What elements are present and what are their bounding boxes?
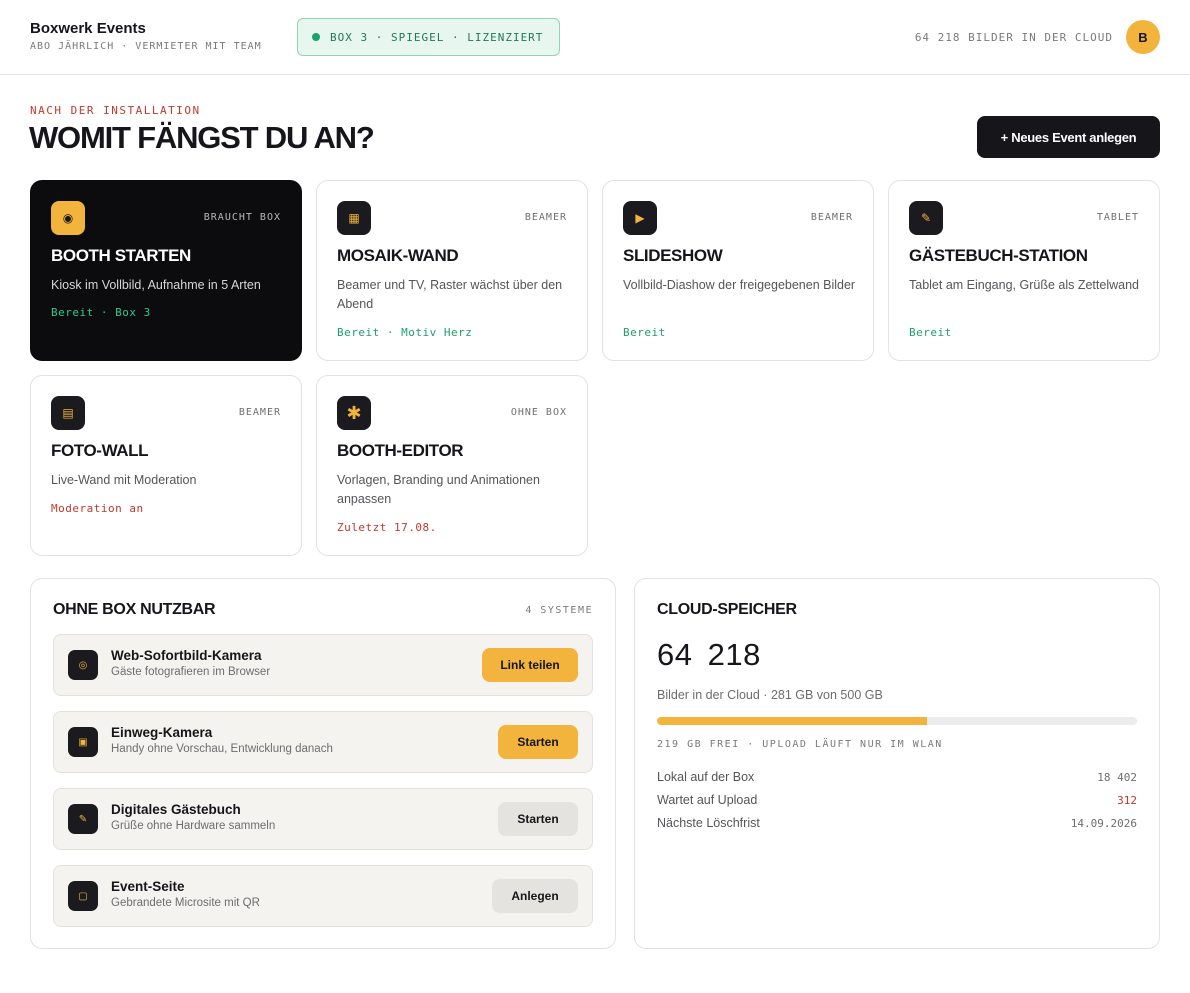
card-booth-editor[interactable]: ✱ OHNE BOX BOOTH-EDITOR Vorlagen, Brandi… xyxy=(316,375,588,556)
box-status-pill[interactable]: BOX 3 · SPIEGEL · LIZENZIERT xyxy=(297,18,560,56)
card-tag: BEAMER xyxy=(524,212,567,223)
card-description: Live-Wand mit Moderation xyxy=(51,473,197,487)
systems-count: 4 SYSTEME xyxy=(525,605,593,616)
cloud-panel: CLOUD-SPEICHER 64 218 Bilder in der Clou… xyxy=(634,578,1160,949)
status-dot-icon xyxy=(312,33,320,41)
card-description: Kiosk im Vollbild, Aufnahme in 5 Arten xyxy=(51,278,261,292)
card-status: Bereit · Motiv Herz xyxy=(337,326,473,339)
top-bar: Boxwerk Events ABO JÄHRLICH · VERMIETER … xyxy=(0,0,1190,75)
cloud-image-count: 64 218 xyxy=(657,637,761,672)
stat-row: Nächste Löschfrist 14.09.2026 xyxy=(657,816,1137,834)
stat-row: Wartet auf Upload 312 xyxy=(657,793,1137,811)
pencil-icon: ✎ xyxy=(909,201,943,235)
card-status: Moderation an xyxy=(51,502,144,515)
stat-value: 14.09.2026 xyxy=(1070,817,1137,830)
card-description: Vollbild-Diashow der freigegebenen Bilde… xyxy=(623,278,856,292)
list-item: ▣ Einweg-Kamera Handy ohne Vorschau, Ent… xyxy=(53,711,593,773)
new-event-button[interactable]: + Neues Event anlegen xyxy=(977,116,1160,158)
card-description: Vorlagen, Branding und Animationen anpas… xyxy=(337,473,540,506)
card-title: BOOTH STARTEN xyxy=(51,246,191,265)
pencil-icon: ✎ xyxy=(68,804,98,834)
camera-icon: ◎ xyxy=(68,650,98,680)
card-status: Bereit xyxy=(623,326,666,339)
record-icon: ◉ xyxy=(51,201,85,235)
cloud-panel-title: CLOUD-SPEICHER xyxy=(657,601,797,618)
box-status-text: BOX 3 · SPIEGEL · LIZENZIERT xyxy=(330,30,544,44)
list-item: ✎ Digitales Gästebuch Grüße ohne Hardwar… xyxy=(53,788,593,850)
system-description: Gebrandete Microsite mit QR xyxy=(111,897,260,909)
stat-label: Wartet auf Upload xyxy=(657,793,758,807)
asterisk-icon: ✱ xyxy=(337,396,371,430)
system-name: Digitales Gästebuch xyxy=(111,802,241,817)
start-button[interactable]: Starten xyxy=(498,725,578,759)
share-link-button[interactable]: Link teilen xyxy=(482,648,578,682)
stat-value: 312 xyxy=(1117,794,1137,807)
storage-progress-bar xyxy=(657,717,1137,725)
page-title: WOMIT FÄNGST DU AN? xyxy=(29,120,375,155)
card-description: Beamer und TV, Raster wächst über den Ab… xyxy=(337,278,563,311)
stat-label: Lokal auf der Box xyxy=(657,770,755,784)
list-item: ▢ Event-Seite Gebrandete Microsite mit Q… xyxy=(53,865,593,927)
card-tag: BEAMER xyxy=(810,212,853,223)
page-icon: ▢ xyxy=(68,881,98,911)
card-title: MOSAIK-WAND xyxy=(337,246,459,265)
section-eyebrow: NACH DER INSTALLATION xyxy=(30,104,201,117)
card-slideshow[interactable]: ▶ BEAMER SLIDESHOW Vollbild-Diashow der … xyxy=(602,180,874,361)
system-description: Handy ohne Vorschau, Entwicklung danach xyxy=(111,743,333,755)
card-title: GÄSTEBUCH-STATION xyxy=(909,246,1088,265)
storage-progress-fill xyxy=(657,717,927,725)
systems-panel: OHNE BOX NUTZBAR 4 SYSTEME ◎ Web-Sofortb… xyxy=(30,578,616,949)
card-tag: TABLET xyxy=(1096,212,1139,223)
grid-icon: ▦ xyxy=(337,201,371,235)
start-button[interactable]: Starten xyxy=(498,802,578,836)
card-booth-starten[interactable]: ◉ BRAUCHT BOX BOOTH STARTEN Kiosk im Vol… xyxy=(30,180,302,361)
system-name: Web-Sofortbild-Kamera xyxy=(111,648,262,663)
system-description: Grüße ohne Hardware sammeln xyxy=(111,820,276,832)
film-icon: ▣ xyxy=(68,727,98,757)
brand-subtitle: ABO JÄHRLICH · VERMIETER MIT TEAM xyxy=(30,41,262,52)
list-item: ◎ Web-Sofortbild-Kamera Gäste fotografie… xyxy=(53,634,593,696)
card-status: Zuletzt 17.08. xyxy=(337,521,437,534)
avatar[interactable]: B xyxy=(1126,20,1160,54)
stat-value: 18 402 xyxy=(1097,771,1137,784)
systems-panel-title: OHNE BOX NUTZBAR xyxy=(53,601,216,618)
wall-icon: ▤ xyxy=(51,396,85,430)
card-gaestebuch-station[interactable]: ✎ TABLET GÄSTEBUCH-STATION Tablet am Ein… xyxy=(888,180,1160,361)
card-title: FOTO-WALL xyxy=(51,441,149,460)
play-icon: ▶ xyxy=(623,201,657,235)
card-title: BOOTH-EDITOR xyxy=(337,441,464,460)
card-mosaik-wand[interactable]: ▦ BEAMER MOSAIK-WAND Beamer und TV, Rast… xyxy=(316,180,588,361)
card-status: Bereit · Box 3 xyxy=(51,306,151,319)
system-name: Event-Seite xyxy=(111,879,185,894)
cloud-note: 219 GB FREI · UPLOAD LÄUFT NUR IM WLAN xyxy=(657,739,943,750)
card-tag: OHNE BOX xyxy=(510,407,567,418)
card-tag: BEAMER xyxy=(238,407,281,418)
cloud-count-label: 64 218 BILDER IN DER CLOUD xyxy=(914,31,1113,44)
cloud-usage-text: Bilder in der Cloud · 281 GB von 500 GB xyxy=(657,688,883,702)
create-button[interactable]: Anlegen xyxy=(492,879,578,913)
system-description: Gäste fotografieren im Browser xyxy=(111,666,271,678)
brand-title: Boxwerk Events xyxy=(30,20,146,37)
card-tag: BRAUCHT BOX xyxy=(203,212,281,223)
card-description: Tablet am Eingang, Grüße als Zettelwand xyxy=(909,278,1139,292)
stat-row: Lokal auf der Box 18 402 xyxy=(657,770,1137,788)
card-title: SLIDESHOW xyxy=(623,246,723,265)
card-foto-wall[interactable]: ▤ BEAMER FOTO-WALL Live-Wand mit Moderat… xyxy=(30,375,302,556)
system-name: Einweg-Kamera xyxy=(111,725,213,740)
card-status: Bereit xyxy=(909,326,952,339)
stat-label: Nächste Löschfrist xyxy=(657,816,760,830)
